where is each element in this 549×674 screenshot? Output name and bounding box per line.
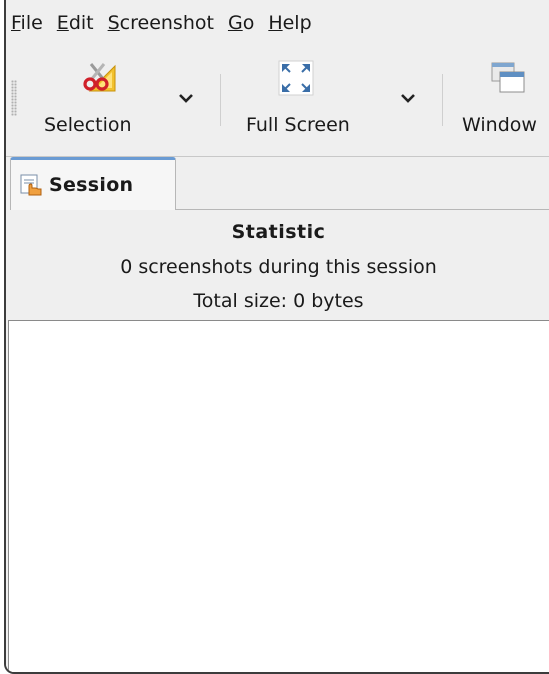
selection-button[interactable]: Selection — [36, 46, 166, 156]
menu-bar: File Edit Screenshot Go Help — [6, 0, 549, 46]
tab-session[interactable]: Session — [10, 157, 176, 210]
chevron-down-icon — [179, 94, 193, 103]
selection-dropdown-button[interactable] — [174, 86, 198, 110]
tab-session-label: Session — [49, 174, 134, 196]
toolbar-grip-handle[interactable] — [11, 80, 17, 116]
statistic-total-size: Total size: 0 bytes — [193, 290, 364, 312]
menu-edit-label: dit — [68, 12, 94, 34]
fullscreen-label: Full Screen — [246, 114, 350, 136]
window-button[interactable]: Window — [456, 46, 549, 156]
selection-label: Selection — [44, 114, 132, 136]
menu-file-label: ile — [20, 12, 43, 34]
toolbar-separator — [220, 74, 221, 126]
statistic-title: Statistic — [231, 221, 326, 243]
tab-bar: Session — [6, 157, 549, 211]
menu-help-label: elp — [282, 12, 312, 34]
chevron-down-icon — [401, 94, 415, 103]
menu-go-label: o — [242, 12, 255, 34]
menu-file-mnemonic: F — [11, 12, 21, 34]
menu-edit[interactable]: Edit — [54, 0, 103, 46]
session-hand-icon — [20, 174, 42, 196]
scissors-selection-icon — [83, 63, 116, 92]
menu-screenshot-label: creenshot — [119, 12, 214, 34]
toolbar-separator — [442, 74, 443, 126]
fullscreen-dropdown-button[interactable] — [396, 86, 420, 110]
window-label: Window — [462, 114, 537, 136]
session-panel: Statistic 0 screenshots during this sess… — [6, 210, 549, 672]
menu-edit-mnemonic: E — [56, 12, 69, 34]
menu-file[interactable]: File — [8, 0, 52, 46]
menu-go-mnemonic: G — [227, 12, 243, 34]
menu-go[interactable]: Go — [225, 0, 263, 46]
menu-help-mnemonic: H — [268, 12, 283, 34]
app-window: File Edit Screenshot Go Help Selection F… — [4, 0, 549, 674]
statistic-count: 0 screenshots during this session — [120, 256, 437, 278]
fullscreen-button[interactable]: Full Screen — [238, 46, 378, 156]
menu-screenshot[interactable]: Screenshot — [105, 0, 223, 46]
menu-help[interactable]: Help — [265, 0, 320, 46]
screenshot-list[interactable] — [8, 320, 549, 672]
fullscreen-arrows-icon — [278, 60, 314, 96]
main-toolbar: Selection Full Screen Window — [6, 46, 549, 157]
window-icon — [491, 62, 525, 93]
menu-screenshot-mnemonic: S — [107, 12, 120, 34]
